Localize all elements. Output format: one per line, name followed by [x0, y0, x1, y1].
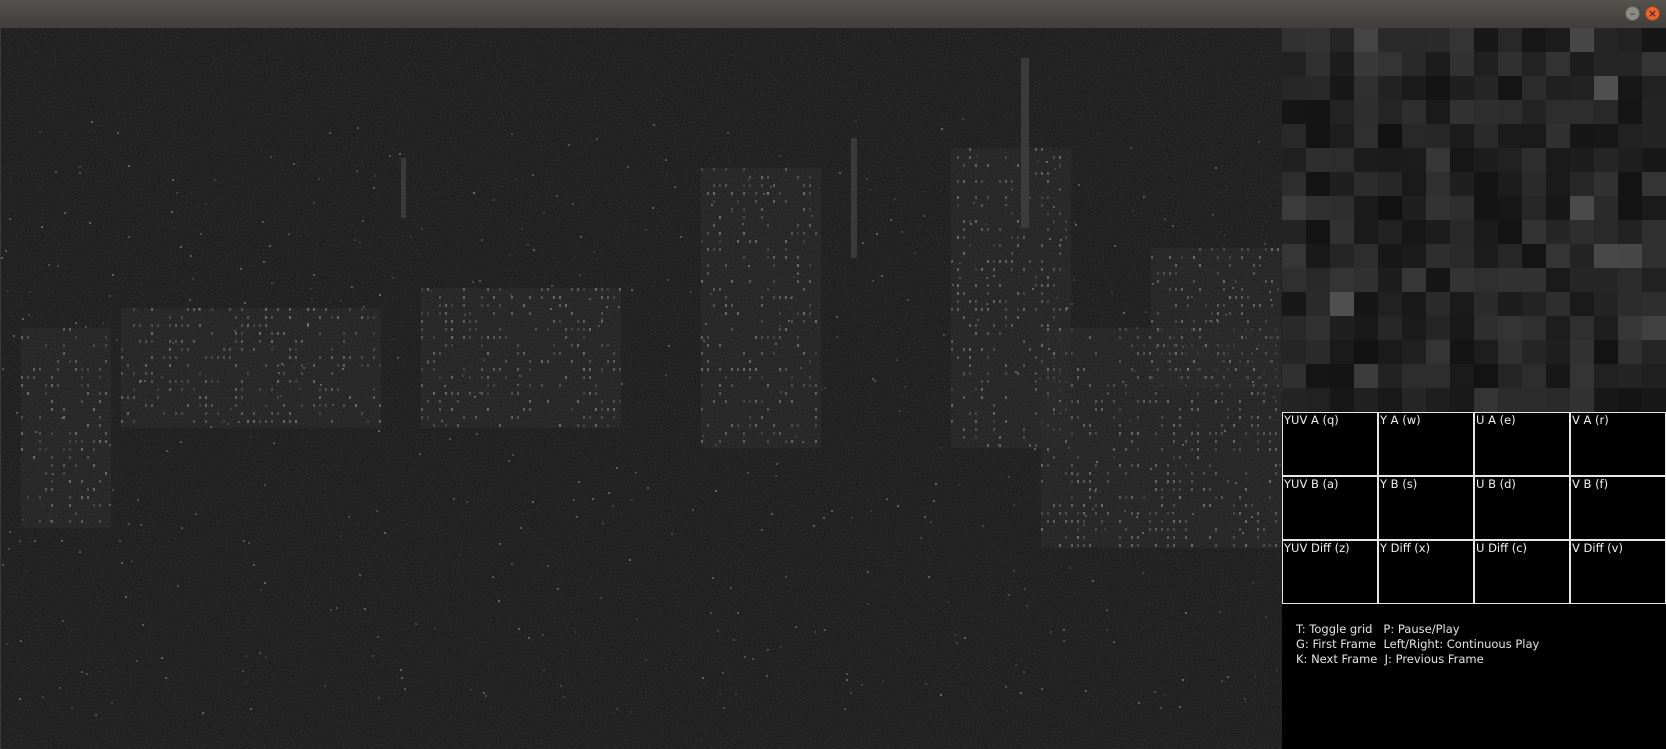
main-video-view[interactable] [0, 28, 1283, 749]
video-frame-image [1, 28, 1283, 749]
channel-label: YUV B (a) [1284, 477, 1339, 491]
zoomed-pixel-block [1282, 28, 1666, 412]
channel-label: U A (e) [1476, 413, 1516, 427]
channel-yuv-diff-button[interactable]: YUV Diff (z) [1282, 540, 1378, 604]
channel-label: U Diff (c) [1476, 541, 1527, 555]
channel-v-b-button[interactable]: V B (f) [1570, 476, 1666, 540]
channel-grid: YUV A (q) Y A (w) U A (e) V A (r) YUV B (a) Y… [1282, 412, 1666, 604]
window-titlebar[interactable]: – × [0, 0, 1666, 29]
channel-u-b-button[interactable]: U B (d) [1474, 476, 1570, 540]
channel-label: Y Diff (x) [1380, 541, 1431, 555]
channel-u-a-button[interactable]: U A (e) [1474, 412, 1570, 476]
channel-u-diff-button[interactable]: U Diff (c) [1474, 540, 1570, 604]
channel-label: V B (f) [1572, 477, 1609, 491]
close-button[interactable]: × [1645, 6, 1660, 21]
channel-label: Y A (w) [1380, 413, 1421, 427]
channel-y-b-button[interactable]: Y B (s) [1378, 476, 1474, 540]
channel-yuv-a-button[interactable]: YUV A (q) [1282, 412, 1378, 476]
zoom-view[interactable] [1282, 28, 1666, 412]
help-line: T: Toggle grid P: Pause/Play [1296, 622, 1460, 636]
channel-label: U B (d) [1476, 477, 1516, 491]
close-icon: × [1647, 7, 1658, 20]
help-line: G: First Frame Left/Right: Continuous Pl… [1296, 637, 1540, 651]
channel-label: V Diff (v) [1572, 541, 1623, 555]
channel-label: V A (r) [1572, 413, 1609, 427]
channel-label: YUV Diff (z) [1284, 541, 1350, 555]
channel-v-a-button[interactable]: V A (r) [1570, 412, 1666, 476]
channel-label: YUV A (q) [1284, 413, 1339, 427]
help-line: K: Next Frame J: Previous Frame [1296, 652, 1484, 666]
channel-y-diff-button[interactable]: Y Diff (x) [1378, 540, 1474, 604]
minimize-icon: – [1629, 7, 1636, 20]
channel-yuv-b-button[interactable]: YUV B (a) [1282, 476, 1378, 540]
channel-v-diff-button[interactable]: V Diff (v) [1570, 540, 1666, 604]
minimize-button[interactable]: – [1625, 6, 1640, 21]
keyboard-help: T: Toggle grid P: Pause/Play G: First Fr… [1282, 604, 1666, 749]
channel-label: Y B (s) [1380, 477, 1418, 491]
channel-y-a-button[interactable]: Y A (w) [1378, 412, 1474, 476]
